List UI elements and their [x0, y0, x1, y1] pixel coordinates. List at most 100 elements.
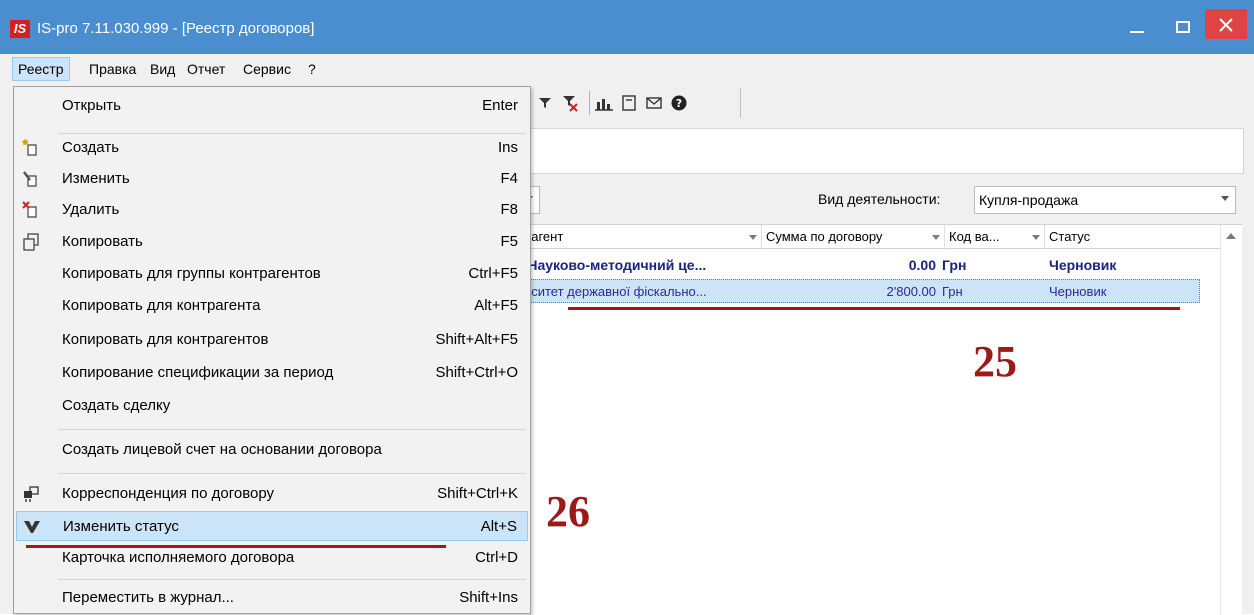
- table-row[interactable]: 'Науково-методичний це... 0.00 Грн Черно…: [520, 253, 1200, 277]
- menu-item-shortcut: Shift+Ins: [459, 589, 518, 606]
- toolbar-separator: [589, 91, 590, 115]
- change-status-icon: [24, 521, 40, 533]
- menu-item-shortcut: Shift+Alt+F5: [435, 331, 518, 348]
- menu-item-edit[interactable]: Изменить F4: [16, 164, 528, 194]
- menu-item-shortcut: F8: [500, 201, 518, 218]
- chart-icon[interactable]: [594, 92, 614, 114]
- menu-pravka[interactable]: Правка: [84, 58, 141, 82]
- close-icon: [1219, 18, 1233, 32]
- info-panel: [530, 128, 1244, 174]
- menu-item-label: Удалить: [62, 201, 120, 218]
- menu-item-label: Изменить: [62, 170, 130, 187]
- menu-item-label: Копировать: [62, 233, 143, 250]
- toolbar: ?: [535, 88, 694, 118]
- menu-item-copy[interactable]: Копировать F5: [16, 227, 528, 257]
- copy-icon: [23, 233, 39, 251]
- form-icon[interactable]: [619, 92, 639, 114]
- chevron-down-icon: [1221, 196, 1229, 201]
- grid-header: рагент Сумма по договору Код ва... Стату…: [520, 225, 1220, 249]
- vid-combo[interactable]: Купля-продажа: [974, 186, 1236, 214]
- cell-sum: 2'800.00: [886, 284, 936, 299]
- filter-icon[interactable]: [535, 92, 555, 114]
- menu-item-label: Карточка исполняемого договора: [62, 549, 295, 566]
- col-sum[interactable]: Сумма по договору: [762, 225, 945, 249]
- minimize-button[interactable]: [1114, 6, 1160, 46]
- menu-item-label: Создать лицевой счет на основании догово…: [62, 441, 382, 458]
- menu-item-label: Копирование спецификации за период: [62, 364, 334, 381]
- menu-item-create-account[interactable]: Создать лицевой счет на основании догово…: [16, 435, 528, 465]
- col-status[interactable]: Статус: [1045, 225, 1220, 249]
- menu-separator: [58, 579, 526, 580]
- menu-item-shortcut: Shift+Ctrl+O: [435, 364, 518, 381]
- menu-item-copy-agents[interactable]: Копировать для контрагентов Shift+Alt+F5: [16, 325, 528, 355]
- close-button[interactable]: [1205, 9, 1247, 39]
- annotation-underline-26: [26, 545, 446, 548]
- menu-vid[interactable]: Вид: [145, 58, 180, 82]
- menu-help[interactable]: ?: [303, 58, 321, 82]
- col-status-label: Статус: [1049, 229, 1091, 244]
- mail-icon[interactable]: [644, 92, 664, 114]
- menu-item-create[interactable]: Создать Ins: [16, 133, 528, 163]
- delete-doc-icon: [22, 201, 37, 218]
- menu-otchet[interactable]: Отчет: [182, 58, 230, 82]
- cell-status: Черновик: [1049, 284, 1107, 299]
- col-currency[interactable]: Код ва...: [945, 225, 1045, 249]
- cell-agent: рситет державної фіскально...: [524, 284, 707, 299]
- menu-reestr[interactable]: Реестр: [12, 57, 70, 81]
- sort-icon: [932, 235, 940, 240]
- app-logo: IS: [10, 20, 30, 38]
- menu-separator: [58, 473, 526, 474]
- cell-sum: 0.00: [908, 257, 936, 273]
- menu-item-correspondence[interactable]: Корреспонденция по договору Shift+Ctrl+K: [16, 479, 528, 509]
- menu-item-label: Копировать для контрагентов: [62, 331, 269, 348]
- cell-agent: 'Науково-методичний це...: [524, 257, 707, 273]
- menu-item-delete[interactable]: Удалить F8: [16, 195, 528, 225]
- col-currency-label: Код ва...: [949, 229, 1000, 244]
- vid-value: Купля-продажа: [979, 192, 1079, 208]
- annotation-25: 25: [973, 337, 1017, 386]
- edit-doc-icon: [23, 171, 37, 187]
- menu-item-copy-agent[interactable]: Копировать для контрагента Alt+F5: [16, 291, 528, 321]
- filter-row: Вид деятельности: Купля-продажа: [520, 186, 1250, 216]
- table-row-selected[interactable]: рситет державної фіскально... 2'800.00 Г…: [520, 279, 1200, 303]
- menu-item-label: Создать: [62, 139, 120, 156]
- scroll-up-icon[interactable]: [1226, 233, 1236, 239]
- col-sum-label: Сумма по договору: [766, 229, 883, 244]
- svg-text:?: ?: [676, 97, 682, 110]
- menu-item-shortcut: Ctrl+D: [475, 549, 518, 566]
- clear-filter-icon[interactable]: [560, 92, 580, 114]
- menu-item-label: Корреспонденция по договору: [62, 485, 275, 502]
- menu-item-open[interactable]: Открыть Enter: [16, 91, 528, 121]
- window-title: IS-pro 7.11.030.999 - [Реестр договоров]: [37, 20, 315, 37]
- menu-item-shortcut: Ctrl+F5: [468, 265, 518, 282]
- menu-item-create-deal[interactable]: Создать сделку: [16, 391, 528, 421]
- menu-item-change-status[interactable]: Изменить статус Alt+S: [16, 511, 528, 541]
- menu-item-shortcut: F5: [500, 233, 518, 250]
- annotation-26: 26: [546, 487, 590, 536]
- maximize-icon: [1176, 20, 1190, 33]
- cell-status: Черновик: [1049, 257, 1117, 273]
- help-icon[interactable]: ?: [669, 92, 689, 114]
- menu-item-shortcut: Alt+S: [480, 518, 517, 535]
- menu-servis[interactable]: Сервис: [238, 58, 296, 82]
- menu-item-move-journal[interactable]: Переместить в журнал... Shift+Ins: [16, 583, 528, 613]
- contracts-grid: рагент Сумма по договору Код ва... Стату…: [520, 224, 1242, 615]
- menu-bar: Реестр Правка Вид Отчет Сервис ?: [0, 54, 1254, 82]
- cell-currency: Грн: [942, 257, 967, 273]
- maximize-button[interactable]: [1160, 6, 1206, 46]
- vertical-scrollbar[interactable]: [1220, 225, 1240, 615]
- cell-currency: Грн: [942, 284, 963, 299]
- sort-icon: [749, 235, 757, 240]
- menu-item-shortcut: F4: [500, 170, 518, 187]
- menu-item-shortcut: Alt+F5: [474, 297, 518, 314]
- menu-item-copy-group[interactable]: Копировать для группы контрагентов Ctrl+…: [16, 259, 528, 289]
- menu-separator: [58, 429, 526, 430]
- col-agent[interactable]: рагент: [520, 225, 762, 249]
- menu-item-label: Открыть: [62, 97, 121, 114]
- menu-item-label: Создать сделку: [62, 397, 171, 414]
- sort-icon: [1032, 235, 1040, 240]
- minimize-icon: [1130, 30, 1144, 33]
- menu-item-copy-spec[interactable]: Копирование спецификации за период Shift…: [16, 358, 528, 388]
- menu-item-label: Изменить статус: [63, 518, 179, 535]
- menu-item-shortcut: Ins: [497, 139, 518, 156]
